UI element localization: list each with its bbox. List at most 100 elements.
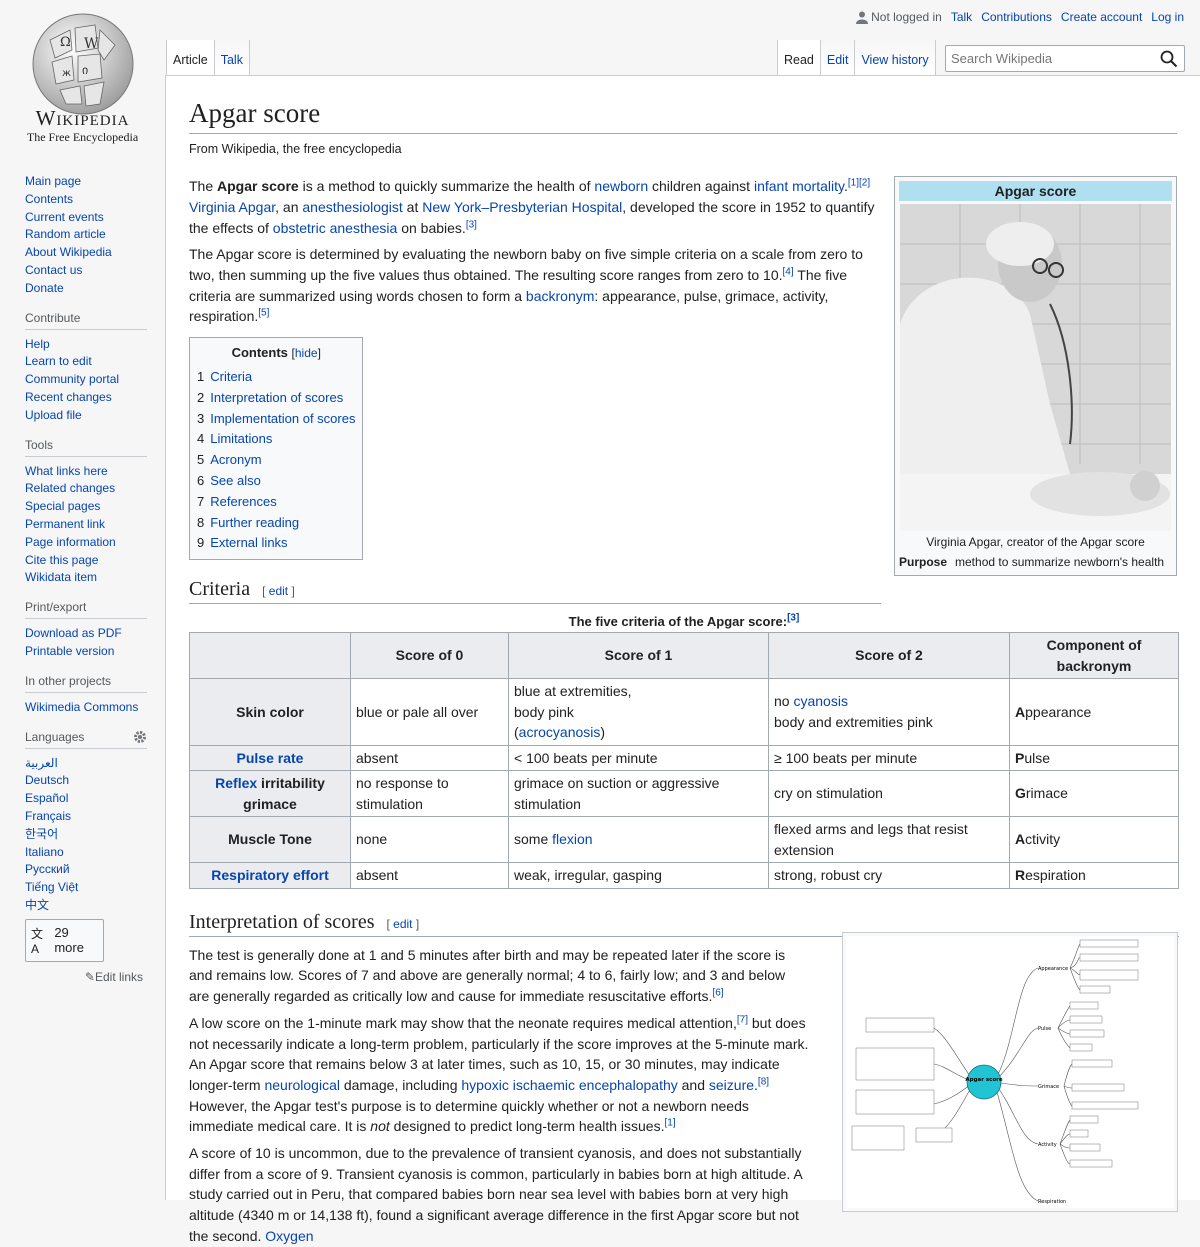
language-link[interactable]: العربية <box>25 755 165 773</box>
toc-item[interactable]: 9 External links <box>197 533 355 554</box>
toc-link[interactable]: External links <box>210 535 287 550</box>
sidebar-item[interactable]: Recent changes <box>25 389 165 407</box>
edit-section-link[interactable]: edit <box>393 917 412 931</box>
hie-link[interactable]: hypoxic ischaemic encephalopathy <box>461 1077 677 1093</box>
sidebar-item[interactable]: Learn to edit <box>25 353 165 371</box>
wikipedia-logo[interactable]: Ω W ი ж Wikipedia The Free Encyclopedia <box>0 0 165 160</box>
sidebar-item[interactable]: Contents <box>25 191 165 209</box>
sidebar-item[interactable]: Donate <box>25 280 165 298</box>
sidebar-item[interactable]: Page information <box>25 534 165 552</box>
create-account-link[interactable]: Create account <box>1061 10 1142 24</box>
sidebar-item[interactable]: Download as PDF <box>25 625 165 643</box>
toc-item[interactable]: 5 Acronym <box>197 450 355 471</box>
citation-link[interactable]: [8] <box>758 1076 769 1087</box>
tab-edit[interactable]: Edit <box>820 40 856 75</box>
acrocyanosis-link[interactable]: acrocyanosis <box>519 724 601 740</box>
tab-read[interactable]: Read <box>777 40 821 75</box>
obstetric-anesthesia-link[interactable]: obstetric anesthesia <box>273 220 398 236</box>
table-caption: The five criteria of the Apgar score:[3] <box>189 613 1179 629</box>
respiratory-effort-link[interactable]: Respiratory effort <box>211 867 328 883</box>
language-link[interactable]: Italiano <box>25 844 165 862</box>
seizure-link[interactable]: seizure <box>709 1077 754 1093</box>
anesthesiologist-link[interactable]: anesthesiologist <box>302 199 402 215</box>
sidebar-item[interactable]: Special pages <box>25 498 165 516</box>
neurological-link[interactable]: neurological <box>264 1077 340 1093</box>
toc-item[interactable]: 3 Implementation of scores <box>197 409 355 430</box>
sidebar-item[interactable]: Cite this page <box>25 552 165 570</box>
citation-link[interactable]: [5] <box>258 308 269 319</box>
talk-link[interactable]: Talk <box>951 10 972 24</box>
hospital-link[interactable]: New York–Presbyterian Hospital <box>422 199 622 215</box>
pulse-rate-link[interactable]: Pulse rate <box>237 750 304 766</box>
login-link[interactable]: Log in <box>1151 10 1184 24</box>
newborn-link[interactable]: newborn <box>594 178 648 194</box>
languages-heading: Languages <box>25 728 147 749</box>
citation-link[interactable]: [2] <box>859 177 870 188</box>
toc-link[interactable]: References <box>210 494 276 509</box>
mindmap-thumbnail[interactable]: Apgar score Appearance Pulse Grimace Act… <box>842 932 1178 1212</box>
sidebar-item[interactable]: Wikimedia Commons <box>25 699 165 717</box>
toc-link[interactable]: Limitations <box>210 431 272 446</box>
search-input[interactable] <box>946 46 1146 71</box>
sidebar-item[interactable]: About Wikipedia <box>25 244 165 262</box>
toc-item[interactable]: 1 Criteria <box>197 367 355 388</box>
contributions-link[interactable]: Contributions <box>981 10 1052 24</box>
language-link[interactable]: Español <box>25 790 165 808</box>
sidebar-item[interactable]: Main page <box>25 173 165 191</box>
sidebar-item[interactable]: Wikidata item <box>25 569 165 587</box>
edit-links[interactable]: ✎Edit links <box>25 970 143 984</box>
language-link[interactable]: Tiếng Việt <box>25 879 165 897</box>
toc-item[interactable]: 7 References <box>197 492 355 513</box>
more-languages-button[interactable]: 文A 29 more <box>25 918 104 962</box>
sidebar-item[interactable]: Contact us <box>25 262 165 280</box>
toc-item[interactable]: 4 Limitations <box>197 429 355 450</box>
toc-item[interactable]: 2 Interpretation of scores <box>197 388 355 409</box>
sidebar-item[interactable]: Printable version <box>25 643 165 661</box>
sidebar-item[interactable]: What links here <box>25 463 165 481</box>
sidebar-item[interactable]: Permanent link <box>25 516 165 534</box>
toc-link[interactable]: Acronym <box>210 452 261 467</box>
language-link[interactable]: Русский <box>25 861 165 879</box>
citation-link[interactable]: [4] <box>783 266 794 277</box>
toc-hide-link[interactable]: hide <box>295 346 318 360</box>
sidebar-item[interactable]: Related changes <box>25 480 165 498</box>
toc-link[interactable]: Interpretation of scores <box>210 390 343 405</box>
toc-item[interactable]: 6 See also <box>197 471 355 492</box>
language-link[interactable]: 한국어 <box>25 826 165 844</box>
sidebar-item[interactable]: Help <box>25 336 165 354</box>
toc-link[interactable]: Implementation of scores <box>210 411 355 426</box>
apgar-photo-image[interactable] <box>900 204 1171 531</box>
language-link[interactable]: Deutsch <box>25 772 165 790</box>
edit-section-link[interactable]: edit <box>269 584 288 598</box>
language-link[interactable]: Français <box>25 808 165 826</box>
citation-link[interactable]: [6] <box>712 987 723 998</box>
virginia-apgar-link[interactable]: Virginia Apgar <box>189 199 275 215</box>
sidebar-item[interactable]: Community portal <box>25 371 165 389</box>
toc-link[interactable]: See also <box>210 473 261 488</box>
reflex-link[interactable]: Reflex <box>215 775 257 791</box>
oxygen-link[interactable]: Oxygen <box>265 1228 313 1244</box>
citation-link[interactable]: [1] <box>848 177 859 188</box>
tab-view-history[interactable]: View history <box>855 40 936 75</box>
backronym-link[interactable]: backronym <box>526 288 594 304</box>
tab-article[interactable]: Article <box>166 40 215 75</box>
toc-link[interactable]: Further reading <box>210 515 299 530</box>
mindmap-image: Apgar score Appearance Pulse Grimace Act… <box>846 936 1174 1208</box>
sidebar-item[interactable]: Upload file <box>25 407 165 425</box>
citation-link[interactable]: [1] <box>664 1118 675 1129</box>
edit-section: [ edit ] <box>262 584 295 599</box>
cyanosis-link[interactable]: cyanosis <box>793 693 847 709</box>
sidebar-item[interactable]: Current events <box>25 209 165 227</box>
citation-link[interactable]: [3] <box>787 613 799 624</box>
language-link[interactable]: 中文 <box>25 897 165 915</box>
tab-talk[interactable]: Talk <box>214 40 250 75</box>
gear-icon[interactable] <box>133 730 147 744</box>
search-icon[interactable] <box>1160 50 1178 68</box>
toc-item[interactable]: 8 Further reading <box>197 513 355 534</box>
toc-link[interactable]: Criteria <box>210 369 252 384</box>
citation-link[interactable]: [3] <box>466 219 477 230</box>
sidebar-item[interactable]: Random article <box>25 226 165 244</box>
infant-mortality-link[interactable]: infant mortality <box>754 178 844 194</box>
flexion-link[interactable]: flexion <box>552 831 592 847</box>
citation-link[interactable]: [7] <box>737 1014 748 1025</box>
